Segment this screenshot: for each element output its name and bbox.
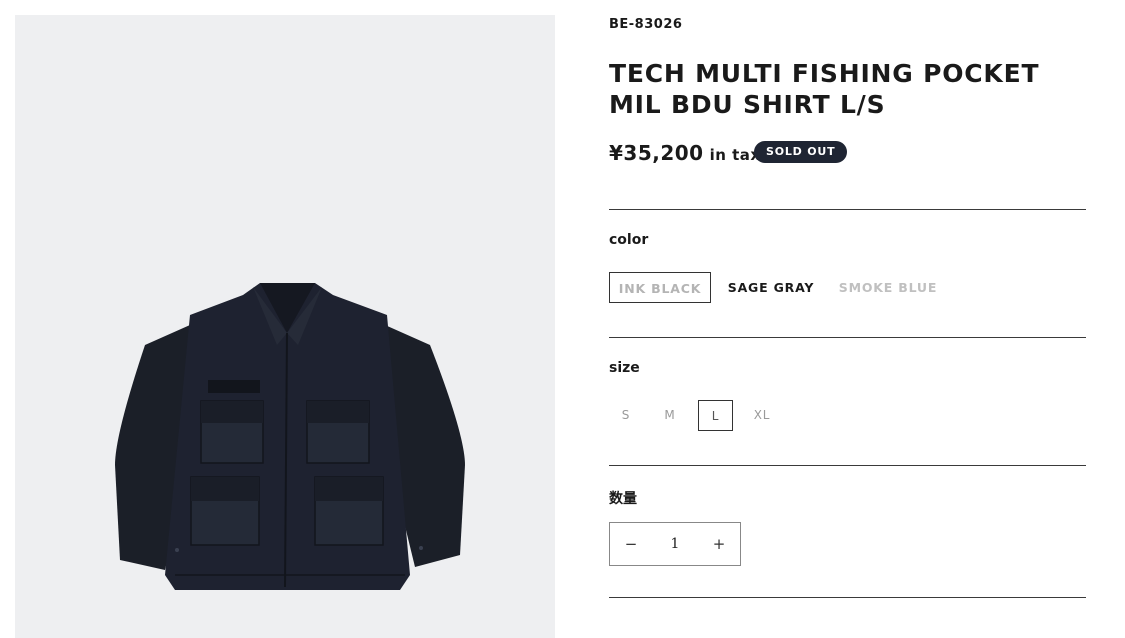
jacket-illustration [115, 283, 465, 590]
product-title: TECH MULTI FISHING POCKET MIL BDU SHIRT … [609, 59, 1040, 119]
size-label: size [609, 360, 640, 376]
divider [609, 337, 1086, 338]
product-price: ¥35,200 [609, 141, 704, 165]
product-page: BE-83026 TECH MULTI FISHING POCKET MIL B… [0, 0, 1125, 638]
color-option-smoke-blue[interactable]: SMOKE BLUE [833, 272, 943, 303]
price-row: ¥35,200 in tax [609, 141, 761, 165]
size-option-l[interactable]: L [698, 400, 733, 431]
size-option-xl[interactable]: XL [745, 400, 779, 431]
sold-out-badge: SOLD OUT [754, 141, 848, 163]
quantity-label: 数量 [609, 491, 637, 507]
divider [609, 465, 1086, 466]
divider [609, 597, 1086, 598]
product-sku: BE-83026 [609, 17, 683, 32]
divider [609, 209, 1086, 210]
quantity-stepper: − 1 + [609, 522, 741, 566]
increment-button[interactable]: + [698, 524, 740, 564]
color-label: color [609, 232, 649, 248]
size-option-s[interactable]: S [609, 400, 643, 431]
size-option-m[interactable]: M [653, 400, 687, 431]
product-image[interactable] [15, 15, 555, 638]
tax-note: in tax [709, 146, 761, 164]
color-option-sage-gray[interactable]: SAGE GRAY [721, 272, 821, 303]
decrement-button[interactable]: − [610, 524, 652, 564]
quantity-value[interactable]: 1 [652, 536, 698, 552]
color-option-ink-black[interactable]: INK BLACK [609, 272, 711, 303]
